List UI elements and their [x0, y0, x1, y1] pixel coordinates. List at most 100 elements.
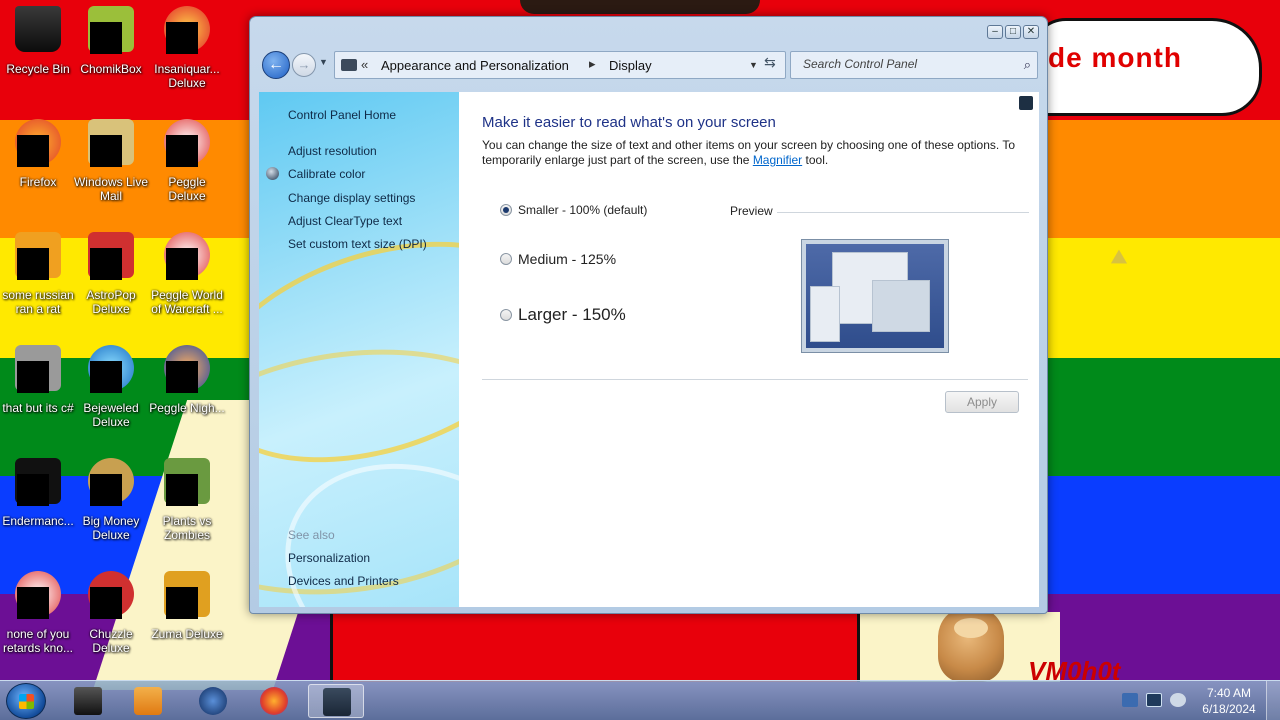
desktop-icon-label: Peggle World of Warcraft ...: [151, 288, 223, 316]
medium-radio[interactable]: [500, 253, 512, 265]
desktop-icon-csharp[interactable]: that but its c#: [0, 345, 76, 415]
show-desktop-button[interactable]: [1266, 681, 1280, 720]
desktop-icon-label: Bejeweled Deluxe: [83, 401, 139, 429]
speech-bubble-text: de month: [1048, 42, 1182, 73]
taskbar-item-control-panel[interactable]: [308, 684, 364, 718]
chomikbox-icon: [88, 6, 134, 54]
address-dropdown-icon[interactable]: ▼: [749, 60, 758, 70]
option-medium[interactable]: Medium - 125%: [500, 251, 616, 267]
hamster-image: [938, 608, 1004, 682]
back-button[interactable]: ←: [262, 51, 290, 79]
peggle-wow-icon: [164, 232, 210, 280]
breadcrumb-appearance[interactable]: Appearance and Personalization: [381, 58, 569, 73]
desktop-icon-plants-vs-zombies[interactable]: Plants vs Zombies: [149, 458, 225, 542]
refresh-icon[interactable]: ⇆: [764, 54, 776, 71]
bejeweled-icon: [88, 345, 134, 393]
forward-button[interactable]: →: [292, 53, 316, 77]
taskbar-item-globe[interactable]: [185, 684, 241, 718]
option-label: Medium - 125%: [518, 251, 617, 267]
control-panel-home-link[interactable]: Control Panel Home: [288, 108, 396, 122]
desktop-icon-endermanch[interactable]: Endermanc...: [0, 458, 76, 528]
tray-app-icon[interactable]: [1122, 693, 1138, 707]
media-player-icon: [134, 687, 162, 715]
search-icon[interactable]: ⌕: [1024, 57, 1031, 73]
desktop-icon-insaniquarium[interactable]: Insaniquar... Deluxe: [149, 6, 225, 90]
desktop-icon-none-of-you[interactable]: none of you retards kno...: [0, 571, 76, 655]
desktop-icon-label: Endermanc...: [2, 514, 74, 528]
desktop-icon-label: Big Money Deluxe: [82, 514, 140, 542]
desktop-icon-label: Chuzzle Deluxe: [89, 627, 133, 655]
devices-printers-link[interactable]: Devices and Printers: [288, 574, 399, 588]
address-bar[interactable]: « Appearance and Personalization ▸ Displ…: [334, 51, 786, 79]
desktop-icon-windows-live-mail[interactable]: Windows Live Mail: [73, 119, 149, 203]
wallpaper-top-shape: [520, 0, 760, 14]
volume-icon[interactable]: [1170, 693, 1186, 707]
firefox-icon: [15, 119, 61, 167]
preview-desktop: [806, 244, 944, 348]
desktop-icon-russian-rat[interactable]: some russian ran a rat: [0, 232, 76, 316]
desktop-icon-label: Insaniquar... Deluxe: [154, 62, 220, 90]
desktop-icon-bejeweled[interactable]: Bejeweled Deluxe: [73, 345, 149, 429]
smaller-radio[interactable]: [500, 204, 512, 216]
recent-pages-dropdown[interactable]: ▼: [319, 57, 328, 67]
peggle-icon: [164, 119, 210, 167]
adjust-cleartype-link[interactable]: Adjust ClearType text: [288, 214, 402, 228]
control-panel-window: – □ ✕ ← → ▼ « Appearance and Personaliza…: [249, 16, 1048, 614]
desktop-icon-peggle-wow[interactable]: Peggle World of Warcraft ...: [149, 232, 225, 316]
start-button[interactable]: [6, 683, 46, 719]
custom-text-size-link[interactable]: Set custom text size (DPI): [288, 237, 427, 251]
larger-radio[interactable]: [500, 309, 512, 321]
desktop-icon-label: Plants vs Zombies: [162, 514, 212, 542]
network-icon[interactable]: [1146, 693, 1162, 707]
breadcrumb-display[interactable]: Display: [609, 58, 652, 73]
help-icon[interactable]: [1019, 96, 1033, 110]
calibrate-color-icon: [266, 167, 279, 180]
zuma-icon: [164, 571, 210, 619]
desktop-icon-chomikbox[interactable]: ChomikBox: [73, 6, 149, 76]
preview-label: Preview: [730, 204, 773, 218]
search-input[interactable]: [803, 57, 1003, 71]
plants-vs-zombies-icon: [164, 458, 210, 506]
terminal-icon: [74, 687, 102, 715]
taskbar-item-media[interactable]: [120, 684, 176, 718]
system-tray: [1098, 681, 1194, 720]
description-tail: tool.: [802, 153, 829, 167]
change-display-settings-link[interactable]: Change display settings: [288, 191, 415, 205]
option-label: Smaller - 100% (default): [518, 203, 648, 217]
taskbar-item-firefox[interactable]: [246, 684, 302, 718]
apply-button[interactable]: Apply: [945, 391, 1019, 413]
desktop-icon-peggle[interactable]: Peggle Deluxe: [149, 119, 225, 203]
display-icon: [323, 688, 351, 716]
minimize-button[interactable]: –: [987, 25, 1003, 39]
desktop-icon-recycle-bin[interactable]: Recycle Bin: [0, 6, 76, 76]
clock-time: 7:40 AM: [1206, 686, 1252, 700]
desktop-icon-label: some russian ran a rat: [2, 288, 74, 316]
terminal-icon: [15, 458, 61, 506]
desktop-icon-astropop[interactable]: AstroPop Deluxe: [73, 232, 149, 316]
preview-divider: [777, 212, 1029, 213]
search-box[interactable]: ⌕: [790, 51, 1038, 79]
file-icon: [15, 232, 61, 280]
option-smaller[interactable]: Smaller - 100% (default): [500, 203, 647, 217]
file-icon: [15, 571, 61, 619]
desktop-icon-peggle-nights[interactable]: Peggle Nigh...: [149, 345, 225, 415]
desktop-icon-big-money[interactable]: Big Money Deluxe: [73, 458, 149, 542]
desktop-icon-zuma[interactable]: Zuma Deluxe: [149, 571, 225, 641]
calibrate-color-link[interactable]: Calibrate color: [288, 167, 365, 181]
close-button[interactable]: ✕: [1023, 25, 1039, 39]
desktop-icon-firefox[interactable]: Firefox: [0, 119, 76, 189]
adjust-resolution-link[interactable]: Adjust resolution: [288, 144, 377, 158]
taskbar-item-cmd[interactable]: [60, 684, 116, 718]
breadcrumb-overflow-icon[interactable]: «: [361, 57, 368, 72]
breadcrumb-separator-icon[interactable]: ▸: [589, 56, 596, 72]
magnifier-link[interactable]: Magnifier: [753, 153, 802, 167]
personalization-link[interactable]: Personalization: [288, 551, 370, 565]
maximize-button[interactable]: □: [1005, 25, 1021, 39]
navigation-bar: ← → ▼ « Appearance and Personalization ▸…: [260, 47, 1039, 83]
desktop-icon-chuzzle[interactable]: Chuzzle Deluxe: [73, 571, 149, 655]
mail-icon: [88, 119, 134, 167]
option-label: Larger - 150%: [518, 305, 626, 324]
see-also-label: See also: [288, 528, 335, 542]
clock[interactable]: 7:40 AM 6/18/2024: [1196, 685, 1262, 717]
option-larger[interactable]: Larger - 150%: [500, 305, 626, 325]
